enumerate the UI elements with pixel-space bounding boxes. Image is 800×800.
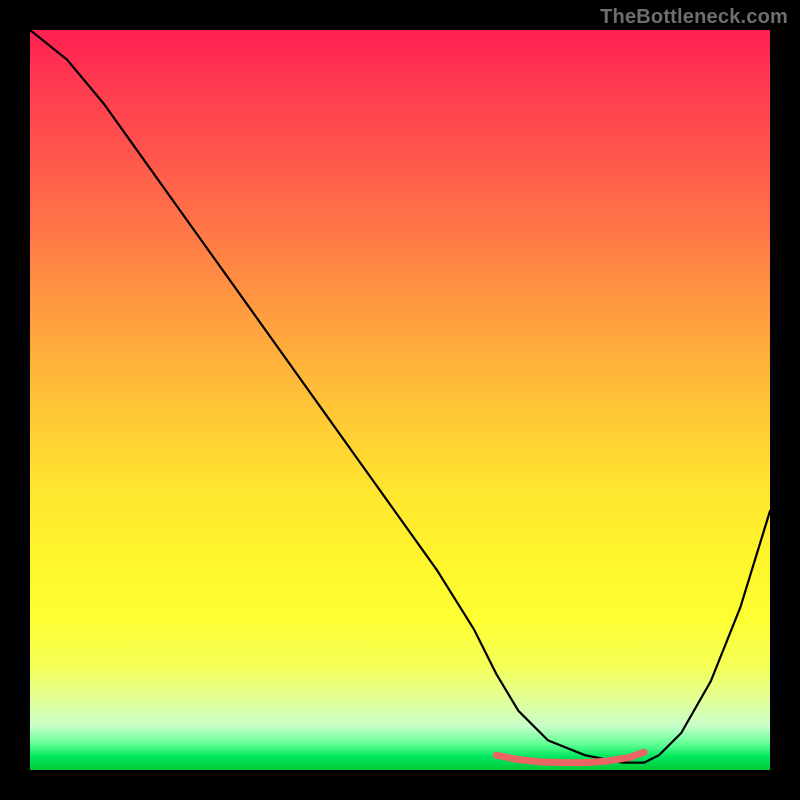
watermark: TheBottleneck.com — [600, 6, 788, 29]
chart-svg — [30, 30, 770, 770]
chart-frame: TheBottleneck.com — [0, 0, 800, 800]
plot-area — [30, 30, 770, 770]
bottleneck-curve — [30, 30, 770, 763]
optimal-band — [496, 752, 644, 762]
